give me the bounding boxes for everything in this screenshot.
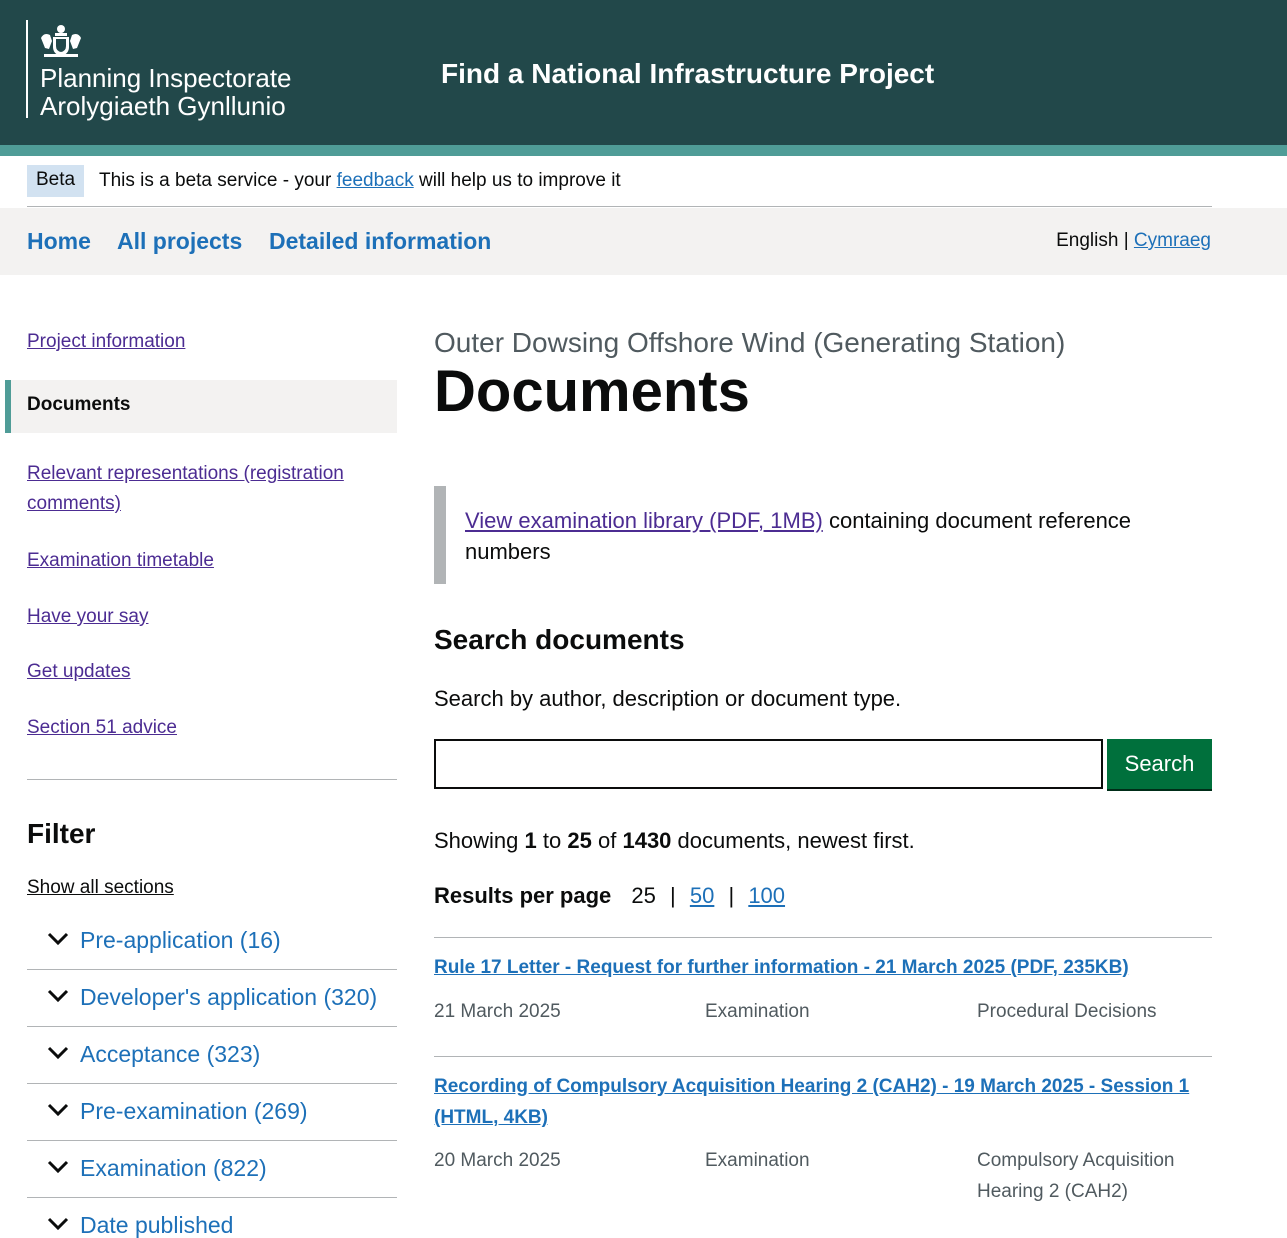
sidebar-divider	[27, 779, 397, 780]
showing-to-word: to	[542, 828, 562, 853]
chevron-down-icon	[47, 1046, 69, 1060]
document-result: Recording of Compulsory Acquisition Hear…	[434, 1056, 1212, 1238]
lang-current: English	[1056, 230, 1119, 251]
document-type: Compulsory Acquisition Hearing 2 (CAH2)	[977, 1150, 1175, 1202]
sidebar-item-examination-timetable[interactable]: Examination timetable	[27, 546, 214, 576]
document-result: Rule 17 Letter - Request for further inf…	[434, 937, 1212, 1056]
document-link[interactable]: Recording of Compulsory Acquisition Hear…	[434, 1071, 1212, 1133]
results-per-page-separator: |	[728, 883, 735, 908]
showing-post: documents, newest first.	[677, 828, 915, 853]
chevron-down-icon	[47, 932, 69, 946]
sidebar-item-project-information[interactable]: Project information	[27, 327, 185, 357]
sidebar-item-documents-label: Documents	[27, 394, 131, 415]
project-name-caption: Outer Dowsing Offshore Wind (Generating …	[434, 327, 1066, 358]
showing-label: Showing	[434, 828, 519, 853]
filter-section-label: Acceptance (323)	[80, 1041, 261, 1067]
results-per-page-label: Results per page	[434, 883, 612, 908]
chevron-down-icon	[47, 1160, 69, 1174]
sidebar-item-get-updates[interactable]: Get updates	[27, 657, 131, 687]
header-stripe	[0, 145, 1287, 156]
document-link[interactable]: Rule 17 Letter - Request for further inf…	[434, 952, 1212, 983]
org-name-welsh: Arolygiaeth Gynllunio	[40, 91, 286, 121]
inset-text: View examination library (PDF, 1MB) cont…	[465, 505, 1205, 567]
showing-to: 25	[567, 828, 592, 853]
document-stage: Examination	[705, 1150, 810, 1171]
feedback-link[interactable]: feedback	[337, 170, 414, 191]
search-button[interactable]: Search	[1107, 739, 1212, 789]
show-all-sections-button[interactable]: Show all sections	[27, 877, 174, 899]
org-name-english: Planning Inspectorate	[40, 63, 292, 93]
logo[interactable]: Planning Inspectorate Arolygiaeth Gynllu…	[26, 20, 292, 121]
examination-library-link[interactable]: View examination library (PDF, 1MB)	[465, 508, 823, 533]
royal-crest-icon	[41, 25, 81, 57]
filter-section-pre-application[interactable]: Pre-application (16)	[27, 913, 397, 970]
filter-section-label: Examination (822)	[80, 1155, 267, 1181]
document-type: Procedural Decisions	[977, 1001, 1157, 1022]
results-per-page: Results per page 25 | 50 | 100	[434, 883, 785, 909]
filter-section-label: Developer's application (320)	[80, 984, 378, 1010]
sidebar-item-relevant-representations[interactable]: Relevant representations (registration c…	[27, 459, 367, 519]
examination-library-inset: View examination library (PDF, 1MB) cont…	[434, 486, 1212, 584]
filter-section-pre-examination[interactable]: Pre-examination (269)	[27, 1084, 397, 1141]
results-per-page-separator: |	[670, 883, 676, 908]
search-heading: Search documents	[434, 624, 685, 655]
filter-section-examination[interactable]: Examination (822)	[27, 1141, 397, 1198]
lang-separator: |	[1123, 230, 1129, 251]
sidebar-item-have-your-say[interactable]: Have your say	[27, 602, 148, 632]
filter-section-developers-application[interactable]: Developer's application (320)	[27, 970, 397, 1027]
site-header: Planning Inspectorate Arolygiaeth Gynllu…	[0, 0, 1287, 145]
sidebar-item-documents[interactable]: Documents	[5, 380, 397, 433]
sidebar-item-section-51-advice[interactable]: Section 51 advice	[27, 713, 177, 743]
beta-banner: Beta This is a beta service - your feedb…	[27, 165, 1212, 207]
chevron-down-icon	[47, 989, 69, 1003]
nav-detailed-information[interactable]: Detailed information	[269, 228, 491, 255]
beta-text-before: This is a beta service - your	[99, 170, 332, 191]
filter-heading: Filter	[27, 818, 96, 849]
lang-welsh-link[interactable]: Cymraeg	[1134, 230, 1211, 251]
filter-section-label: Pre-examination (269)	[80, 1098, 308, 1124]
results-per-page-current: 25	[631, 883, 656, 908]
filter-section-date-published[interactable]: Date published	[27, 1198, 397, 1238]
language-switcher: English | Cymraeg	[1056, 230, 1211, 252]
showing-from: 1	[524, 828, 537, 853]
primary-navigation: Home All projects Detailed information E…	[0, 208, 1287, 275]
search-hint: Search by author, description or documen…	[434, 686, 902, 711]
chevron-down-icon	[47, 1217, 69, 1231]
page-title: Documents	[434, 359, 750, 424]
filter-section-label: Date published	[80, 1212, 234, 1238]
chevron-down-icon	[47, 1103, 69, 1117]
filter-section-label: Pre-application (16)	[80, 927, 281, 953]
results-per-page-50[interactable]: 50	[690, 883, 714, 908]
beta-text-after: will help us to improve it	[419, 170, 621, 191]
results-per-page-100[interactable]: 100	[748, 883, 785, 908]
service-title[interactable]: Find a National Infrastructure Project	[441, 58, 934, 90]
nav-all-projects[interactable]: All projects	[117, 228, 242, 255]
document-date: 20 March 2025	[434, 1150, 561, 1171]
showing-of-word: of	[597, 828, 617, 853]
results-count: Showing 1 to 25 of 1430 documents, newes…	[434, 828, 915, 854]
beta-tag: Beta	[27, 165, 85, 197]
document-date: 21 March 2025	[434, 1001, 561, 1022]
search-input[interactable]	[434, 739, 1103, 789]
filter-section-acceptance[interactable]: Acceptance (323)	[27, 1027, 397, 1084]
showing-total: 1430	[622, 828, 672, 853]
nav-home[interactable]: Home	[27, 228, 91, 255]
beta-text: This is a beta service - your feedback w…	[99, 170, 621, 192]
document-stage: Examination	[705, 1001, 810, 1022]
